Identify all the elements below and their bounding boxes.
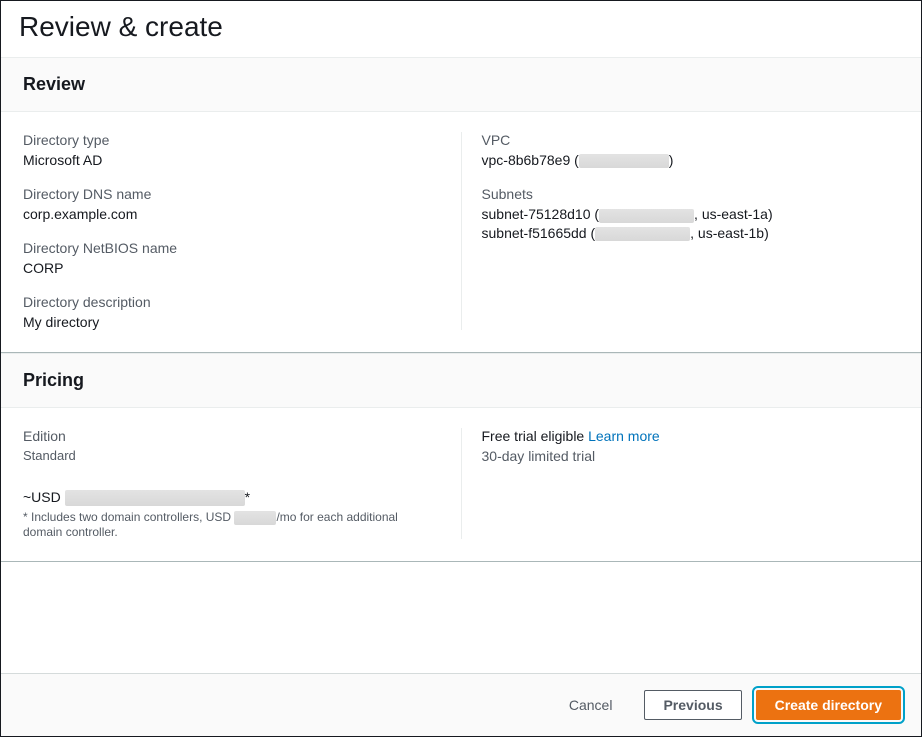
subnets-label: Subnets (482, 186, 900, 202)
netbios-name-field: Directory NetBIOS name CORP (23, 240, 441, 276)
button-bar: Cancel Previous Create directory (1, 673, 921, 736)
edition-label: Edition (23, 428, 441, 444)
price-suffix: * (245, 489, 250, 505)
price-footnote: * Includes two domain controllers, USD /… (23, 510, 403, 539)
review-right-column: VPC vpc-8b6b78e9 () Subnets subnet-75128… (462, 132, 900, 330)
create-directory-button[interactable]: Create directory (756, 690, 901, 720)
vpc-value: vpc-8b6b78e9 () (482, 152, 900, 168)
directory-type-field: Directory type Microsoft AD (23, 132, 441, 168)
vpc-value-suffix: ) (669, 152, 674, 168)
pricing-right-column: Free trial eligible Learn more 30-day li… (462, 428, 900, 539)
dns-name-value: corp.example.com (23, 206, 441, 222)
review-section-body: Directory type Microsoft AD Directory DN… (1, 111, 921, 353)
free-trial-sub: 30-day limited trial (482, 448, 900, 464)
footnote-redacted (234, 511, 276, 525)
price-redacted (65, 490, 245, 506)
netbios-name-value: CORP (23, 260, 441, 276)
description-field: Directory description My directory (23, 294, 441, 330)
previous-button[interactable]: Previous (644, 690, 741, 720)
vpc-label: VPC (482, 132, 900, 148)
pricing-section: Pricing Edition Standard ~USD * * Includ… (1, 353, 921, 562)
dns-name-label: Directory DNS name (23, 186, 441, 202)
description-value: My directory (23, 314, 441, 330)
subnet2-prefix: subnet-f51665dd ( (482, 225, 596, 241)
free-trial-row: Free trial eligible Learn more (482, 428, 900, 444)
vpc-redacted (579, 154, 669, 168)
subnet1-suffix: , us-east-1a) (694, 206, 773, 222)
subnet2-redacted (595, 227, 690, 241)
subnets-field: Subnets subnet-75128d10 ( , us-east-1a) s… (482, 186, 900, 241)
subnet-row-1: subnet-75128d10 ( , us-east-1a) (482, 206, 900, 222)
vpc-value-prefix: vpc-8b6b78e9 ( (482, 152, 579, 168)
page-title: Review & create (1, 1, 921, 57)
directory-type-value: Microsoft AD (23, 152, 441, 168)
subnet1-prefix: subnet-75128d10 ( (482, 206, 600, 222)
price-row: ~USD * (23, 489, 441, 506)
edition-value: Standard (23, 448, 441, 463)
cancel-button[interactable]: Cancel (551, 691, 631, 719)
pricing-section-body: Edition Standard ~USD * * Includes two d… (1, 407, 921, 562)
free-trial-label: Free trial eligible (482, 428, 589, 444)
review-create-page: Review & create Review Directory type Mi… (0, 0, 922, 737)
review-section-header: Review (1, 58, 921, 111)
review-section: Review Directory type Microsoft AD Direc… (1, 57, 921, 353)
description-label: Directory description (23, 294, 441, 310)
pricing-left-column: Edition Standard ~USD * * Includes two d… (23, 428, 462, 539)
edition-field: Edition Standard (23, 428, 441, 463)
vpc-field: VPC vpc-8b6b78e9 () (482, 132, 900, 168)
netbios-name-label: Directory NetBIOS name (23, 240, 441, 256)
learn-more-link[interactable]: Learn more (588, 428, 660, 444)
subnet2-suffix: , us-east-1b) (690, 225, 769, 241)
footnote-prefix: * Includes two domain controllers, USD (23, 510, 234, 524)
pricing-section-header: Pricing (1, 354, 921, 407)
price-prefix: ~USD (23, 489, 65, 505)
subnets-values: subnet-75128d10 ( , us-east-1a) subnet-f5… (482, 206, 900, 241)
dns-name-field: Directory DNS name corp.example.com (23, 186, 441, 222)
subnet1-redacted (599, 209, 694, 223)
review-left-column: Directory type Microsoft AD Directory DN… (23, 132, 462, 330)
subnet-row-2: subnet-f51665dd ( , us-east-1b) (482, 225, 900, 241)
directory-type-label: Directory type (23, 132, 441, 148)
